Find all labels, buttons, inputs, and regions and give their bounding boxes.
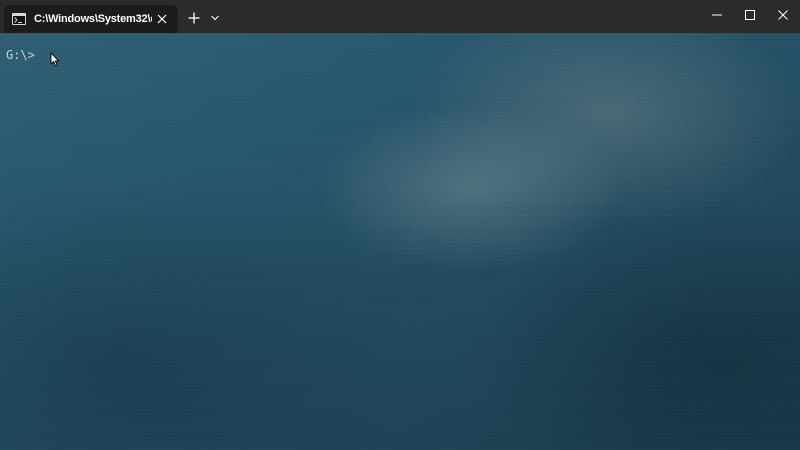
minimize-button[interactable]: [700, 0, 734, 30]
terminal-window: C:\Windows\System32\cmd.exe: [0, 0, 800, 450]
close-icon: [778, 10, 788, 20]
minimize-icon: [712, 14, 722, 16]
terminal-area[interactable]: G:\>: [0, 33, 800, 450]
terminal-background: [0, 33, 800, 450]
tab-cmd[interactable]: C:\Windows\System32\cmd.exe: [4, 5, 178, 33]
new-tab-button[interactable]: [185, 9, 203, 27]
close-tab-icon[interactable]: [154, 11, 170, 27]
chevron-down-icon: [211, 15, 219, 21]
plus-icon: [188, 12, 200, 24]
title-bar[interactable]: C:\Windows\System32\cmd.exe: [0, 0, 800, 33]
tab-dropdown-button[interactable]: [207, 9, 223, 27]
command-prompt: G:\>: [6, 48, 35, 62]
tab-title: C:\Windows\System32\cmd.exe: [34, 13, 152, 25]
maximize-icon: [745, 10, 755, 20]
close-window-button[interactable]: [766, 0, 800, 30]
cmd-icon: [12, 13, 26, 25]
maximize-button[interactable]: [733, 0, 767, 30]
mouse-pointer-icon: [50, 52, 60, 67]
